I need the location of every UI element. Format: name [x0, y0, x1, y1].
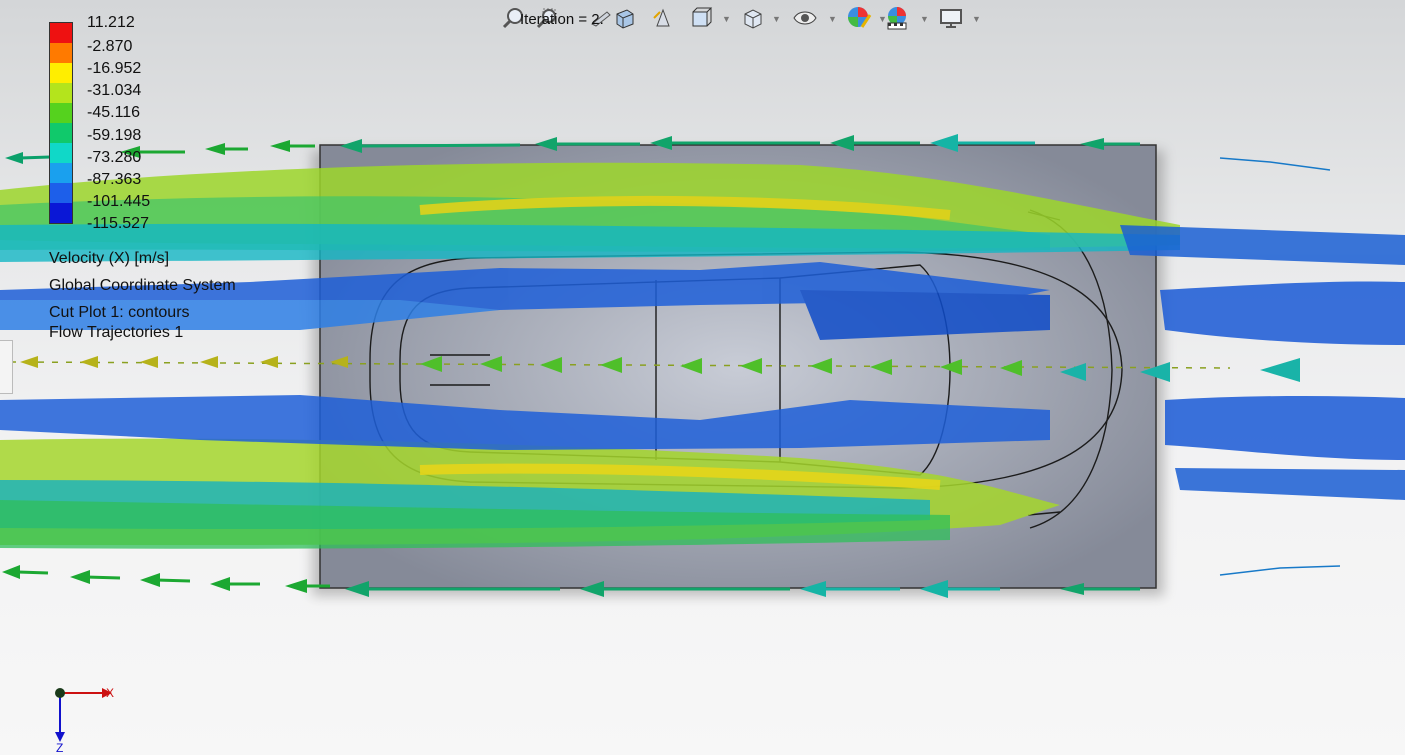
iteration-label: Iteration = 2.: [520, 11, 604, 28]
color-bar-segment: [50, 183, 72, 203]
color-bar-segment: [50, 103, 72, 123]
legend-cut-plot: Cut Plot 1: contours: [49, 304, 190, 321]
triad-z-label: Z: [56, 741, 63, 755]
legend-value: -73.280: [87, 149, 142, 166]
color-bar-segment: [50, 83, 72, 103]
color-bar-segment: [50, 63, 72, 83]
legend-value: -101.445: [87, 193, 151, 210]
color-legend: 11.212 -2.870 -16.952 -31.034 -45.116 -5…: [0, 0, 300, 350]
color-bar-segment: [50, 43, 72, 63]
view-orientation-icon[interactable]: [648, 3, 678, 33]
reference-triad: X Z: [55, 686, 114, 755]
legend-value: -59.198: [87, 127, 142, 144]
edit-appearance-icon[interactable]: [844, 3, 874, 33]
view-settings-icon[interactable]: [936, 3, 966, 33]
legend-value: -115.527: [87, 215, 149, 232]
legend-value: 11.212: [87, 14, 135, 31]
color-bar-segment: [50, 163, 72, 183]
legend-value: -31.034: [87, 82, 142, 99]
legend-value: -2.870: [87, 38, 133, 55]
color-bar-segment: [50, 203, 72, 223]
triad-x-label: X: [106, 686, 114, 700]
section-view-icon[interactable]: [610, 3, 640, 33]
legend-coordinate-system: Global Coordinate System: [49, 277, 236, 294]
color-bar: [49, 22, 73, 224]
panel-splitter-handle[interactable]: [0, 340, 13, 394]
color-bar-segment: [50, 123, 72, 143]
legend-value: -87.363: [87, 171, 142, 188]
hide-show-items-icon[interactable]: [738, 3, 768, 33]
legend-flow-trajectories: Flow Trajectories 1: [49, 324, 184, 341]
legend-value: -16.952: [87, 60, 142, 77]
eye-icon[interactable]: [790, 3, 820, 33]
color-bar-segment: [50, 143, 72, 163]
legend-value: -45.116: [87, 104, 141, 121]
legend-quantity: Velocity (X) [m/s]: [49, 250, 170, 267]
display-style-icon[interactable]: [686, 3, 716, 33]
color-bar-segment: [50, 23, 72, 43]
apply-scene-icon[interactable]: [882, 3, 912, 33]
